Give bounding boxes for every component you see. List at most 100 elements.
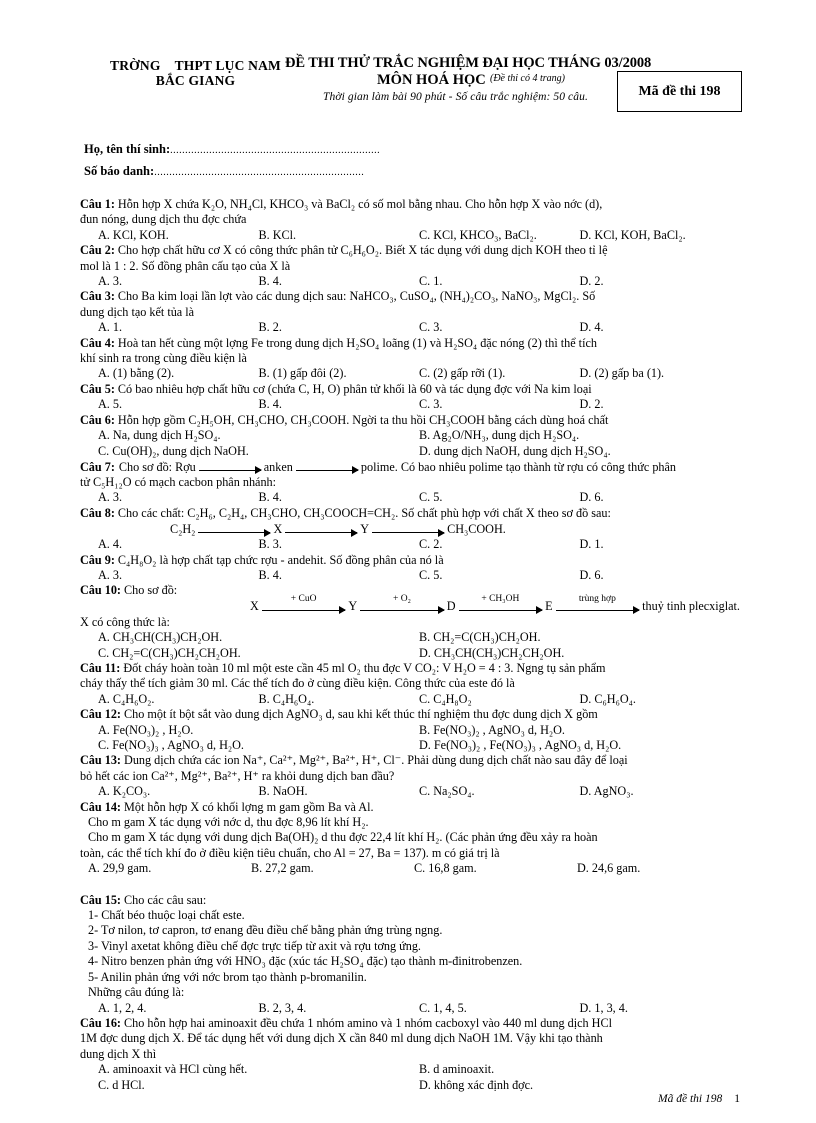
question-9: Câu 9: C₄H₈O₂ là hợp chất tạp chức rợu -… xyxy=(80,553,740,584)
question-1-option-d[interactable]: D. KCl, KOH, BaCl₂. xyxy=(580,228,741,243)
question-4-option-d[interactable]: D. (2) gấp ba (1). xyxy=(580,366,741,381)
question-8-option-d[interactable]: D. 1. xyxy=(580,537,741,552)
question-8-option-b[interactable]: B. 3. xyxy=(259,537,420,552)
question-6-option-d[interactable]: D. dung dịch NaOH, dung dịch H₂SO₄. xyxy=(419,444,740,459)
question-11-option-c[interactable]: C. C₄H₈O₂ xyxy=(419,692,580,707)
exam-duration-note: Thời gian làm bài 90 phút - Số câu trắc … xyxy=(323,91,588,103)
scheme-q10-arrow-2: + O₂ xyxy=(360,594,445,615)
question-3-option-c[interactable]: C. 3. xyxy=(419,320,580,335)
question-15-option-a[interactable]: A. 1, 2, 4. xyxy=(98,1001,259,1016)
question-5-option-c[interactable]: C. 3. xyxy=(419,397,580,412)
question-12-options-row-2: C. Fe(NO₃)₃ , AgNO₃ d, H₂O. D. Fe(NO₃)₂ … xyxy=(80,738,740,753)
question-11-option-a[interactable]: A. C₄H₆O₂. xyxy=(98,692,259,707)
question-13-option-d[interactable]: D. AgNO₃. xyxy=(580,784,741,799)
question-12-option-a[interactable]: A. Fe(NO₃)₂ , H₂O. xyxy=(98,723,419,738)
question-4-option-a[interactable]: A. (1) bằng (2). xyxy=(98,366,259,381)
question-4-option-b[interactable]: B. (1) gấp đôi (2). xyxy=(259,366,420,381)
question-8-option-c[interactable]: C. 2. xyxy=(419,537,580,552)
question-2-text-line-2: mol là 1 : 2. Số đồng phân cấu tạo của X… xyxy=(80,258,291,273)
question-16-option-c[interactable]: C. d HCl. xyxy=(98,1078,419,1093)
question-14-options: A. 29,9 gam. B. 27,2 gam. C. 16,8 gam. D… xyxy=(80,861,740,876)
question-7-option-b[interactable]: B. 4. xyxy=(259,490,420,505)
question-4-text-line-1: Hoà tan hết cùng một lợng Fe trong dung … xyxy=(117,335,597,350)
question-2-options: A. 3. B. 4. C. 1. D. 2. xyxy=(80,274,740,289)
question-13-number: Câu 13: xyxy=(80,753,121,768)
question-9-option-a[interactable]: A. 3. xyxy=(98,568,259,583)
question-6: Câu 6: Hỗn hợp gồm C₂H₅OH, CH₃CHO, CH₃CO… xyxy=(80,413,740,459)
question-10-text-line-1: Cho sơ đồ: xyxy=(124,583,178,598)
candidate-name-field[interactable]: ........................................… xyxy=(170,145,380,156)
question-12-option-d[interactable]: D. Fe(NO₃)₂ , Fe(NO₃)₃ , AgNO₃ d, H₂O. xyxy=(419,738,740,753)
question-1-option-b[interactable]: B. KCl. xyxy=(259,228,420,243)
question-5-option-a[interactable]: A. 5. xyxy=(98,397,259,412)
question-3-option-d[interactable]: D. 4. xyxy=(580,320,741,335)
question-13-text-line-1: Dung dịch chứa các ion Na⁺, Ca²⁺, Mg²⁺, … xyxy=(124,753,628,768)
question-2-option-b[interactable]: B. 4. xyxy=(259,274,420,289)
question-15-option-b[interactable]: B. 2, 3, 4. xyxy=(259,1001,420,1016)
question-6-option-a[interactable]: A. Na, dung dịch H₂SO₄. xyxy=(98,428,419,443)
question-9-option-d[interactable]: D. 6. xyxy=(580,568,741,583)
question-5-option-b[interactable]: B. 4. xyxy=(259,397,420,412)
question-7-arrow-1 xyxy=(198,459,262,475)
question-15-text-line-1: Cho các câu sau: xyxy=(124,892,207,907)
candidate-name-row: Họ, tên thí sinh:.......................… xyxy=(84,139,740,161)
scheme-q10-node-d: D xyxy=(446,599,456,614)
question-10-option-b[interactable]: B. CH₂=C(CH₃)CH₂OH. xyxy=(419,630,740,645)
question-9-text-line-1: C₄H₈O₂ là hợp chất tạp chức rợu - andehi… xyxy=(117,552,444,567)
question-3-options: A. 1. B. 2. C. 3. D. 4. xyxy=(80,320,740,335)
scheme-q8-node-product: CH₃COOH. xyxy=(447,521,506,536)
question-16-text-line-2: 1M đợc dung dịch X. Để tác dụng hết với … xyxy=(80,1031,603,1046)
question-9-option-b[interactable]: B. 4. xyxy=(259,568,420,583)
question-7-option-a[interactable]: A. 3. xyxy=(98,490,259,505)
question-10-reaction-scheme: X + CuO Y + O₂ D + CH₃OH E trùng hợp thu… xyxy=(80,594,740,615)
question-2-option-a[interactable]: A. 3. xyxy=(98,274,259,289)
question-3: Câu 3: Cho Ba kim loại lần lợt vào các d… xyxy=(80,289,740,335)
scheme-q8-start: C₂H₂ xyxy=(170,521,196,536)
question-12-option-c[interactable]: C. Fe(NO₃)₃ , AgNO₃ d, H₂O. xyxy=(98,738,419,753)
question-3-option-b[interactable]: B. 2. xyxy=(259,320,420,335)
question-6-option-c[interactable]: C. Cu(OH)₂, dung dịch NaOH. xyxy=(98,444,419,459)
question-8-option-a[interactable]: A. 4. xyxy=(98,537,259,552)
question-5-option-d[interactable]: D. 2. xyxy=(580,397,741,412)
question-11-options: A. C₄H₆O₂. B. C₄H₆O₄. C. C₄H₈O₂ D. C₆H₆O… xyxy=(80,692,740,707)
question-6-option-b[interactable]: B. Ag₂O/NH₃, dung dịch H₂SO₄. xyxy=(419,428,740,443)
question-16-options-row-1: A. aminoaxit và HCl cùng hết. B. d amino… xyxy=(80,1062,740,1077)
question-13-text-line-2: bỏ hết các ion Ca²⁺, Mg²⁺, Ba²⁺, H⁺ ra k… xyxy=(80,768,395,783)
question-11-option-d[interactable]: D. C₆H₆O₄. xyxy=(580,692,741,707)
question-4-options: A. (1) bằng (2). B. (1) gấp đôi (2). C. … xyxy=(80,366,740,381)
question-14-option-c[interactable]: C. 16,8 gam. xyxy=(414,861,577,876)
question-10-option-a[interactable]: A. CH₃CH(CH₃)CH₂OH. xyxy=(98,630,419,645)
question-9-option-c[interactable]: C. 5. xyxy=(419,568,580,583)
question-2-option-c[interactable]: C. 1. xyxy=(419,274,580,289)
question-13-option-a[interactable]: A. K₂CO₃. xyxy=(98,784,259,799)
scheme-q10-arrow-3: + CH₃OH xyxy=(458,594,544,615)
question-12-option-b[interactable]: B. Fe(NO₃)₂ , AgNO₃ d, H₂O. xyxy=(419,723,740,738)
question-15-option-c[interactable]: C. 1, 4, 5. xyxy=(419,1001,580,1016)
question-15-option-d[interactable]: D. 1, 3, 4. xyxy=(580,1001,741,1016)
question-1-option-c[interactable]: C. KCl, KHCO₃, BaCl₂. xyxy=(419,228,580,243)
question-13-option-b[interactable]: B. NaOH. xyxy=(259,784,420,799)
question-7-option-d[interactable]: D. 6. xyxy=(580,490,741,505)
question-16-option-a[interactable]: A. aminoaxit và HCl cùng hết. xyxy=(98,1062,419,1077)
scheme-q10-arrow-2-label: + O₂ xyxy=(393,594,411,605)
candidate-id-field[interactable]: ........................................… xyxy=(154,167,364,178)
question-4: Câu 4: Hoà tan hết cùng một lợng Fe tron… xyxy=(80,336,740,382)
question-11-option-b[interactable]: B. C₄H₆O₄. xyxy=(259,692,420,707)
question-4-option-c[interactable]: C. (2) gấp rỡi (1). xyxy=(419,366,580,381)
question-16-option-d[interactable]: D. không xác định đợc. xyxy=(419,1078,740,1093)
question-14-option-a[interactable]: A. 29,9 gam. xyxy=(88,861,251,876)
question-13-option-c[interactable]: C. Na₂SO₄. xyxy=(419,784,580,799)
question-10-option-d[interactable]: D. CH₃CH(CH₃)CH₂CH₂OH. xyxy=(419,646,740,661)
question-2-option-d[interactable]: D. 2. xyxy=(580,274,741,289)
question-3-option-a[interactable]: A. 1. xyxy=(98,320,259,335)
question-12-number: Câu 12: xyxy=(80,707,121,722)
question-14-option-d[interactable]: D. 24,6 gam. xyxy=(577,861,740,876)
question-7-option-c[interactable]: C. 5. xyxy=(419,490,580,505)
question-16-option-b[interactable]: B. d aminoaxit. xyxy=(419,1062,740,1077)
exam-pagecount-note: (Đề thi có 4 trang) xyxy=(490,73,565,84)
question-1-option-a[interactable]: A. KCl, KOH. xyxy=(98,228,259,243)
scheme-q10-arrow-3-label: + CH₃OH xyxy=(481,594,520,605)
question-14-option-b[interactable]: B. 27,2 gam. xyxy=(251,861,414,876)
question-10-option-c[interactable]: C. CH₂=C(CH₃)CH₂CH₂OH. xyxy=(98,646,419,661)
question-10-options-row-2: C. CH₂=C(CH₃)CH₂CH₂OH. D. CH₃CH(CH₃)CH₂C… xyxy=(80,646,740,661)
